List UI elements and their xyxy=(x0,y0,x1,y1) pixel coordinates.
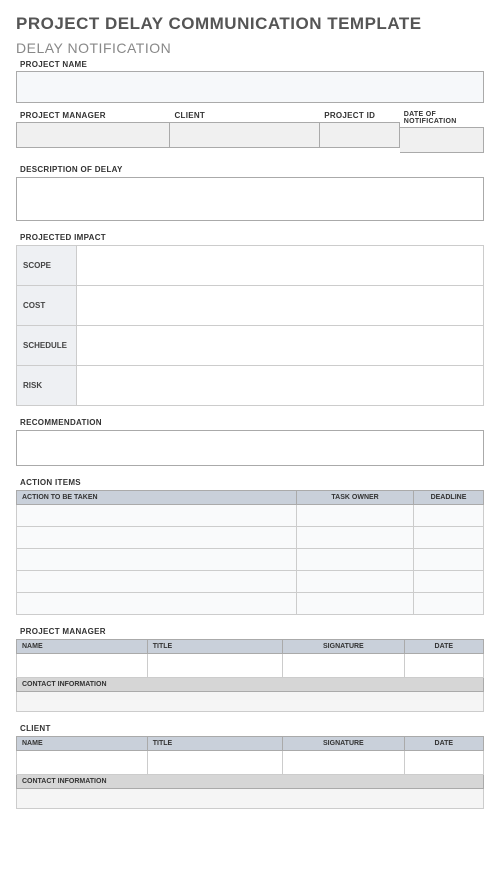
action-header-action: ACTION TO BE TAKEN xyxy=(17,491,297,505)
client-label: CLIENT xyxy=(170,109,320,122)
pm-header-title: TITLE xyxy=(147,640,282,654)
impact-schedule-input[interactable] xyxy=(77,326,484,366)
deadline-cell[interactable] xyxy=(413,505,483,527)
pm-date-input[interactable] xyxy=(404,654,483,678)
owner-cell[interactable] xyxy=(297,593,414,615)
pm-signature-input[interactable] xyxy=(283,654,404,678)
client-input[interactable] xyxy=(170,122,320,148)
impact-cost-label: COST xyxy=(17,286,77,326)
impact-scope-input[interactable] xyxy=(77,246,484,286)
action-header-owner: TASK OWNER xyxy=(297,491,414,505)
recommendation-input[interactable] xyxy=(16,430,484,466)
impact-risk-input[interactable] xyxy=(77,366,484,406)
owner-cell[interactable] xyxy=(297,527,414,549)
pm-header-name: NAME xyxy=(17,640,148,654)
owner-cell[interactable] xyxy=(297,505,414,527)
project-manager-input[interactable] xyxy=(16,122,170,148)
action-row xyxy=(17,505,484,527)
client-header-name: NAME xyxy=(17,737,148,751)
project-id-label: PROJECT ID xyxy=(320,109,400,122)
action-items-label: ACTION ITEMS xyxy=(16,476,484,489)
client-contact-input[interactable] xyxy=(17,789,484,809)
impact-scope-label: SCOPE xyxy=(17,246,77,286)
action-row xyxy=(17,593,484,615)
owner-cell[interactable] xyxy=(297,571,414,593)
client-header-title: TITLE xyxy=(147,737,282,751)
project-id-input[interactable] xyxy=(320,122,400,148)
client-header-date: DATE xyxy=(404,737,483,751)
client-contact-label: CONTACT INFORMATION xyxy=(17,775,484,789)
impact-cost-input[interactable] xyxy=(77,286,484,326)
impact-row-schedule: SCHEDULE xyxy=(17,326,484,366)
project-name-input[interactable] xyxy=(16,71,484,103)
impact-table: SCOPE COST SCHEDULE RISK xyxy=(16,245,484,406)
client-signoff-table: NAME TITLE SIGNATURE DATE CONTACT INFORM… xyxy=(16,736,484,809)
pm-contact-label: CONTACT INFORMATION xyxy=(17,678,484,692)
impact-risk-label: RISK xyxy=(17,366,77,406)
owner-cell[interactable] xyxy=(297,549,414,571)
action-cell[interactable] xyxy=(17,571,297,593)
pm-header-signature: SIGNATURE xyxy=(283,640,404,654)
pm-contact-input[interactable] xyxy=(17,692,484,712)
recommendation-label: RECOMMENDATION xyxy=(16,416,484,429)
client-name-input[interactable] xyxy=(17,751,148,775)
description-label: DESCRIPTION OF DELAY xyxy=(16,163,484,176)
action-row xyxy=(17,571,484,593)
client-signature-input[interactable] xyxy=(283,751,404,775)
client-date-input[interactable] xyxy=(404,751,483,775)
pm-signoff-table: NAME TITLE SIGNATURE DATE CONTACT INFORM… xyxy=(16,639,484,712)
impact-row-risk: RISK xyxy=(17,366,484,406)
pm-title-input[interactable] xyxy=(147,654,282,678)
impact-row-scope: SCOPE xyxy=(17,246,484,286)
deadline-cell[interactable] xyxy=(413,549,483,571)
action-items-table: ACTION TO BE TAKEN TASK OWNER DEADLINE xyxy=(16,490,484,615)
impact-row-cost: COST xyxy=(17,286,484,326)
delay-notification-heading: DELAY NOTIFICATION xyxy=(16,40,484,56)
client-title-input[interactable] xyxy=(147,751,282,775)
page-title: PROJECT DELAY COMMUNICATION TEMPLATE xyxy=(16,14,484,34)
pm-signoff-label: PROJECT MANAGER xyxy=(16,625,484,638)
action-cell[interactable] xyxy=(17,593,297,615)
action-row xyxy=(17,549,484,571)
project-name-label: PROJECT NAME xyxy=(16,58,484,71)
action-header-deadline: DEADLINE xyxy=(413,491,483,505)
deadline-cell[interactable] xyxy=(413,593,483,615)
pm-name-input[interactable] xyxy=(17,654,148,678)
impact-schedule-label: SCHEDULE xyxy=(17,326,77,366)
project-manager-label: PROJECT MANAGER xyxy=(16,109,170,122)
date-of-notification-label: DATE OF NOTIFICATION xyxy=(400,109,484,127)
deadline-cell[interactable] xyxy=(413,571,483,593)
action-row xyxy=(17,527,484,549)
pm-header-date: DATE xyxy=(404,640,483,654)
deadline-cell[interactable] xyxy=(413,527,483,549)
client-signoff-label: CLIENT xyxy=(16,722,484,735)
action-cell[interactable] xyxy=(17,505,297,527)
action-cell[interactable] xyxy=(17,549,297,571)
date-of-notification-input[interactable] xyxy=(400,127,484,153)
client-header-signature: SIGNATURE xyxy=(283,737,404,751)
description-input[interactable] xyxy=(16,177,484,221)
action-cell[interactable] xyxy=(17,527,297,549)
projected-impact-label: PROJECTED IMPACT xyxy=(16,231,484,244)
